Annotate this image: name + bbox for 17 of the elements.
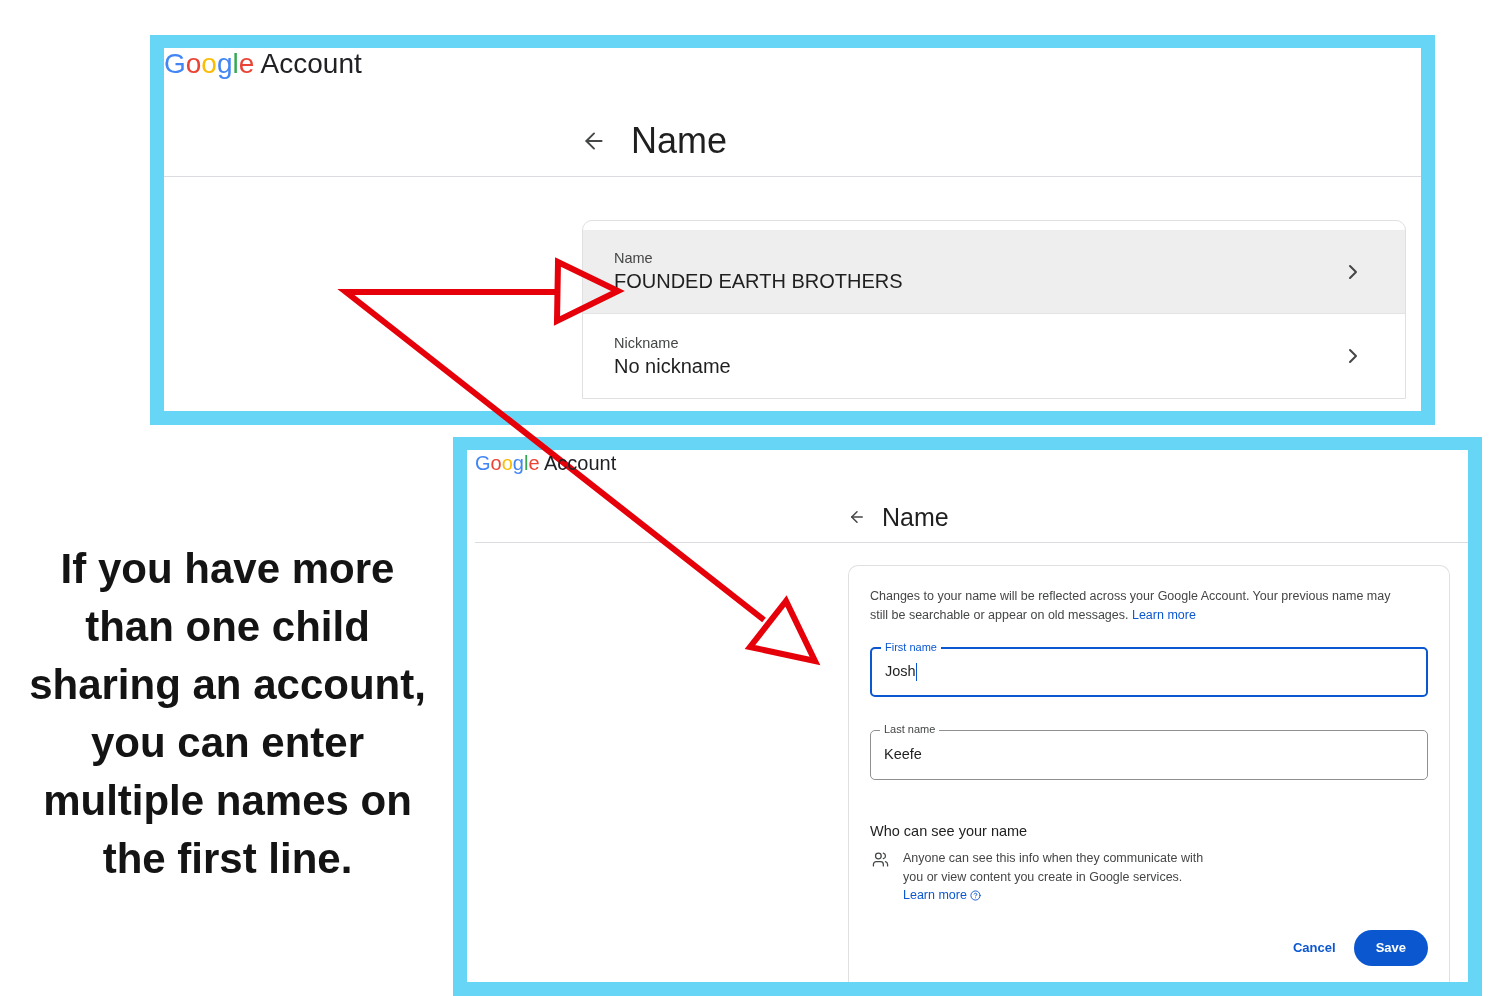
learn-more-link[interactable]: Learn more <box>903 886 981 904</box>
setting-row[interactable]: Name FOUNDED EARTH BROTHERS <box>583 230 1405 314</box>
field-label: Last name <box>880 722 940 736</box>
visibility-text: Anyone can see this info when they communicate with you or view content you create in Google services. <box>903 850 1205 886</box>
notice-text: Changes to your name will be reflected across your Google Account. Your previous name may still be searchable or appear on old messages. Learn more <box>870 588 1392 624</box>
caption-text: If you have more than one child sharing an account, you can enter multiple names on the first line. <box>28 544 427 884</box>
save-button[interactable]: Save <box>1353 930 1428 966</box>
text-cursor <box>915 663 917 681</box>
field-label: First name <box>881 640 941 654</box>
help-icon <box>969 889 981 901</box>
page-title: Name <box>882 502 949 532</box>
people-icon <box>872 851 889 868</box>
section-heading: Who can see your name <box>870 822 1028 840</box>
account-logo: Google Account <box>164 49 362 79</box>
cancel-button[interactable]: Cancel <box>1291 930 1338 966</box>
page-title: Name <box>631 120 728 162</box>
learn-more-link[interactable]: Learn more <box>1131 607 1196 622</box>
